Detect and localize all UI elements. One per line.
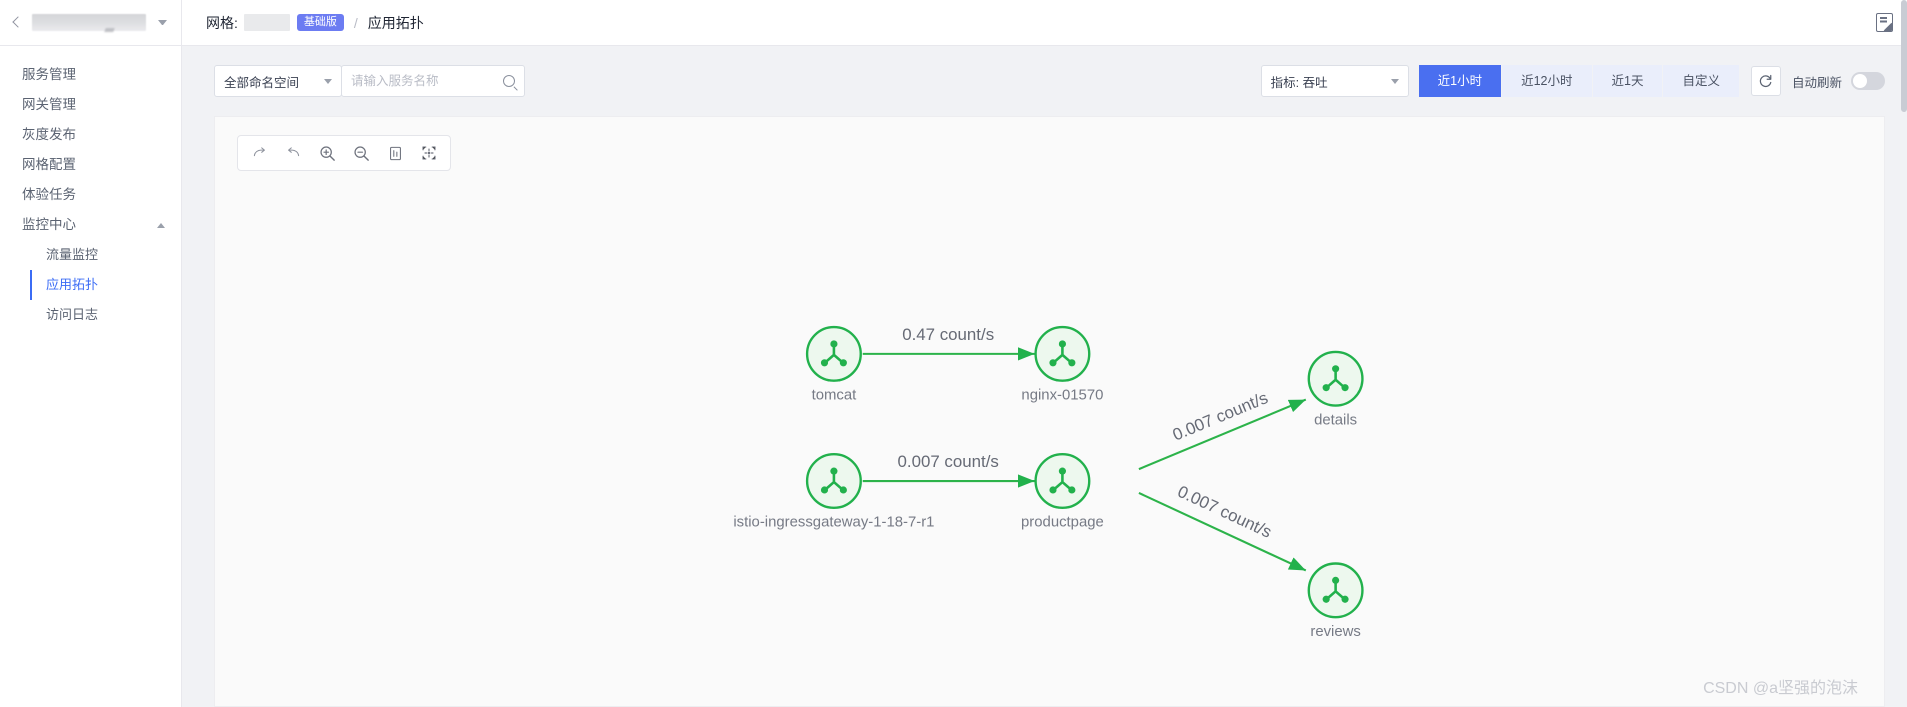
application-root: 服务管理 网关管理 灰度发布 网格配置 体验任务 监控中心 流量监控 应用拓扑 … — [0, 0, 1907, 707]
sidebar-item-label: 网格配置 — [22, 157, 76, 172]
recenter-button[interactable] — [414, 138, 444, 168]
caret-down-icon[interactable] — [158, 20, 167, 25]
edition-badge: 基础版 — [296, 14, 344, 31]
fit-page-icon — [389, 146, 401, 160]
node-details[interactable]: details — [1307, 350, 1364, 429]
sidebar-item-mesh-config[interactable]: 网格配置 — [0, 150, 181, 180]
zoom-in-icon — [319, 145, 335, 161]
metric-select-value: 指标: 吞吐 — [1270, 75, 1328, 90]
sidebar-item-monitoring-center[interactable]: 监控中心 — [0, 210, 181, 240]
topbar-actions — [1876, 13, 1893, 32]
edge-label-tomcat-nginx: 0.47 count/s — [902, 325, 994, 344]
refresh-icon — [1760, 74, 1772, 87]
filter-bar: 全部命名空间 指标: 吞吐 近1小时 近12小时 近1天 — [182, 64, 1907, 98]
search-input[interactable] — [351, 74, 503, 88]
sidebar-item-gateway-management[interactable]: 网关管理 — [0, 90, 181, 120]
node-productpage[interactable]: productpage — [1021, 453, 1104, 531]
sidebar-item-traffic-monitor[interactable]: 流量监控 — [30, 240, 181, 270]
time-range-12h[interactable]: 近12小时 — [1502, 65, 1592, 97]
undo-button[interactable] — [278, 138, 308, 168]
filter-bar-right: 指标: 吞吐 近1小时 近12小时 近1天 自定义 自动刷新 — [1260, 65, 1885, 97]
topology-canvas[interactable]: 0.47 count/s 0.007 count/s 0.007 count/s… — [214, 116, 1885, 707]
sidebar-item-access-log[interactable]: 访问日志 — [30, 300, 181, 330]
node-label-reviews: reviews — [1310, 624, 1360, 640]
sidebar-item-service-management[interactable]: 服务管理 — [0, 60, 181, 90]
recenter-icon — [422, 146, 436, 160]
chevron-left-icon[interactable] — [10, 16, 24, 30]
node-label-details: details — [1314, 412, 1357, 428]
redo-button[interactable] — [244, 138, 274, 168]
node-tomcat[interactable]: tomcat — [805, 325, 862, 404]
time-range-custom[interactable]: 自定义 — [1663, 65, 1739, 97]
auto-refresh-toggle[interactable] — [1851, 72, 1885, 90]
namespace-select-value: 全部命名空间 — [224, 75, 300, 90]
sidebar-item-label: 监控中心 — [22, 217, 76, 232]
page-scrollbar[interactable] — [1901, 0, 1907, 112]
undo-icon — [287, 146, 299, 156]
sidebar-item-label: 服务管理 — [22, 67, 76, 82]
metric-select[interactable]: 指标: 吞吐 — [1260, 65, 1409, 97]
fit-page-button[interactable] — [380, 138, 410, 168]
node-label-istio: istio-ingressgateway-1-18-7-r1 — [733, 515, 934, 531]
refresh-button[interactable] — [1750, 66, 1781, 96]
search-icon[interactable] — [503, 75, 515, 87]
node-label-tomcat: tomcat — [812, 388, 858, 404]
work-area: 全部命名空间 指标: 吞吐 近1小时 近12小时 近1天 — [182, 46, 1907, 707]
sidebar-item-app-topology[interactable]: 应用拓扑 — [30, 270, 181, 300]
sidebar-item-experience-task[interactable]: 体验任务 — [0, 180, 181, 210]
sidebar-item-label: 灰度发布 — [22, 127, 76, 142]
node-label-productpage: productpage — [1021, 515, 1104, 531]
node-reviews[interactable]: reviews — [1307, 562, 1364, 640]
topology-graph[interactable]: 0.47 count/s 0.007 count/s 0.007 count/s… — [215, 117, 1884, 706]
sidebar: 服务管理 网关管理 灰度发布 网格配置 体验任务 监控中心 流量监控 应用拓扑 … — [0, 0, 182, 707]
mesh-name-masked — [32, 14, 146, 31]
main-content: 网格: 基础版 / 应用拓扑 全部命名空间 请输入服务名称 指标: 吞吐 近1小… — [182, 0, 1907, 707]
time-range-1h[interactable]: 近1小时 — [1418, 65, 1502, 97]
graph-toolbar — [237, 135, 451, 171]
sidebar-header — [0, 0, 181, 46]
sidebar-nav: 服务管理 网关管理 灰度发布 网格配置 体验任务 监控中心 流量监控 应用拓扑 … — [0, 46, 181, 330]
time-range-1d[interactable]: 近1天 — [1592, 65, 1663, 97]
sidebar-subnav: 流量监控 应用拓扑 访问日志 — [0, 240, 181, 330]
breadcrumb-separator: / — [353, 14, 358, 31]
page-title: 应用拓扑 — [367, 14, 424, 31]
edge-label-istio-productpage: 0.007 count/s — [898, 452, 999, 471]
namespace-select[interactable]: 全部命名空间 — [214, 65, 342, 97]
zoom-out-button[interactable] — [346, 138, 376, 168]
sidebar-item-gray-release[interactable]: 灰度发布 — [0, 120, 181, 150]
caret-up-icon — [157, 222, 165, 228]
redo-icon — [253, 146, 265, 156]
caret-down-icon — [324, 78, 332, 84]
sidebar-item-label: 体验任务 — [22, 187, 76, 202]
node-label-nginx: nginx-01570 — [1021, 388, 1103, 404]
breadcrumb-mesh-value-masked — [243, 14, 290, 31]
zoom-out-icon — [353, 145, 369, 161]
service-search-box[interactable] — [341, 65, 525, 97]
canvas-wrapper: 0.47 count/s 0.007 count/s 0.007 count/s… — [182, 116, 1907, 707]
sidebar-item-label: 网关管理 — [22, 97, 76, 112]
caret-down-icon — [1390, 78, 1399, 84]
time-range-group: 近1小时 近12小时 近1天 自定义 — [1418, 65, 1740, 97]
zoom-in-button[interactable] — [312, 138, 342, 168]
node-nginx[interactable]: nginx-01570 — [1021, 325, 1103, 404]
document-edit-icon[interactable] — [1876, 13, 1893, 32]
breadcrumb-mesh-label: 网格: — [206, 14, 238, 31]
breadcrumb-bar: 网格: 基础版 / 应用拓扑 — [182, 0, 1907, 46]
auto-refresh-label: 自动刷新 — [1791, 75, 1842, 90]
